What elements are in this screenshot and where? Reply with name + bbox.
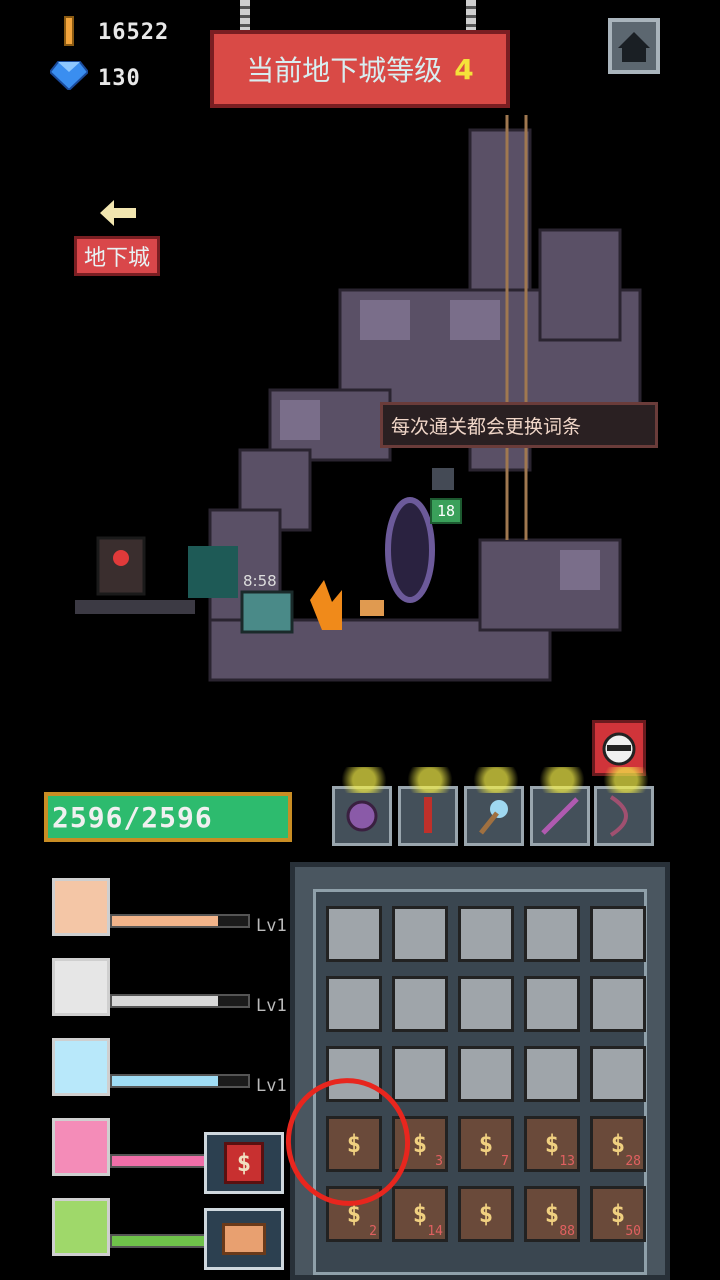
inventory-slot-empty[interactable]	[590, 976, 646, 1032]
staff-icon	[479, 800, 508, 835]
inventory-slot-bag[interactable]: $28	[590, 1116, 646, 1172]
coin-bag-icon: $	[478, 1200, 494, 1228]
chest-button[interactable]	[204, 1208, 284, 1270]
inventory-slot-empty[interactable]	[590, 906, 646, 962]
inventory-slot-bag[interactable]: $	[458, 1186, 514, 1242]
gold-amount: 16522	[98, 20, 170, 45]
inventory-panel: $ $3 $7 $13 $28 $2 $14 $ $88 $50	[290, 862, 670, 1280]
banner-level: 4	[454, 52, 474, 86]
item-count: 13	[559, 1154, 575, 1169]
item-count: 3	[435, 1154, 443, 1169]
spear-stat-icon[interactable]	[52, 1118, 110, 1176]
inventory-slot-empty[interactable]	[326, 906, 382, 962]
inventory-slot-empty[interactable]	[392, 976, 448, 1032]
equip-slot-staff[interactable]	[461, 767, 531, 846]
inventory-slot-empty[interactable]	[392, 906, 448, 962]
item-count: 14	[427, 1224, 443, 1239]
hp-bar: 2596/2596	[44, 792, 292, 842]
helmet-icon	[602, 732, 636, 766]
gold-icon	[64, 16, 74, 46]
banner-chain	[240, 0, 250, 34]
shield-stat-bar	[110, 914, 250, 928]
staff-stat-bar	[110, 1074, 250, 1088]
inventory-slot-empty[interactable]	[458, 906, 514, 962]
equip-slot-sword[interactable]	[395, 767, 465, 846]
sword-stat-fill	[112, 996, 219, 1006]
item-count: 28	[625, 1154, 641, 1169]
equip-slot-spear[interactable]	[527, 767, 597, 846]
item-count: 2	[369, 1224, 377, 1239]
item-count: 50	[625, 1224, 641, 1239]
inventory-slot-empty[interactable]	[458, 976, 514, 1032]
enemy-level-badge: 18	[430, 498, 462, 524]
inventory-slot-bag[interactable]: $50	[590, 1186, 646, 1242]
sword-stat-icon[interactable]	[52, 958, 110, 1016]
banner-chain	[466, 0, 476, 34]
item-count: 7	[501, 1154, 509, 1169]
sword-stat-bar	[110, 994, 250, 1008]
sell-button[interactable]: $	[204, 1132, 284, 1194]
banner-title: 当前地下城等级	[246, 54, 443, 87]
home-icon	[618, 32, 650, 62]
gem-amount: 130	[98, 66, 141, 91]
staff-stat-fill	[112, 1076, 219, 1086]
equip-slot-shield[interactable]	[329, 767, 399, 846]
sword-stat-level: Lv1	[256, 996, 287, 1016]
dungeon-level-banner: 当前地下城等级 4	[210, 30, 510, 108]
inventory-slot-bag[interactable]: $88	[524, 1186, 580, 1242]
inventory-slot-empty[interactable]	[326, 976, 382, 1032]
chest-timer: 8:58	[243, 572, 277, 590]
bow-icon	[609, 795, 628, 837]
chest-icon	[222, 1223, 266, 1255]
ring-icon	[346, 800, 378, 832]
shield-stat-fill	[112, 916, 219, 926]
inventory-slot-bag[interactable]: $7	[458, 1116, 514, 1172]
gem-icon	[50, 61, 88, 90]
staff-stat-level: Lv1	[256, 1076, 287, 1096]
inventory-slot-empty[interactable]	[524, 906, 580, 962]
inventory-slot-bag[interactable]: $14	[392, 1186, 448, 1242]
shield-stat-icon[interactable]	[52, 878, 110, 936]
inventory-slot-empty[interactable]	[524, 976, 580, 1032]
tooltip: 每次通关都会更换词条	[380, 402, 658, 448]
inventory-slot-empty[interactable]	[590, 1046, 646, 1102]
inventory-slot-empty[interactable]	[392, 1046, 448, 1102]
staff-stat-icon[interactable]	[52, 1038, 110, 1096]
item-count: 88	[559, 1224, 575, 1239]
inventory-slot-empty[interactable]	[458, 1046, 514, 1102]
sword-icon	[424, 797, 432, 833]
bow-stat-icon[interactable]	[52, 1198, 110, 1256]
shield-stat-level: Lv1	[256, 916, 287, 936]
coin-bag-icon: $	[224, 1142, 264, 1184]
inventory-slot-empty[interactable]	[524, 1046, 580, 1102]
home-button[interactable]	[608, 18, 660, 74]
equip-slot-bow[interactable]	[591, 767, 661, 846]
inventory-slot-bag[interactable]: $13	[524, 1116, 580, 1172]
spear-icon	[541, 797, 579, 835]
